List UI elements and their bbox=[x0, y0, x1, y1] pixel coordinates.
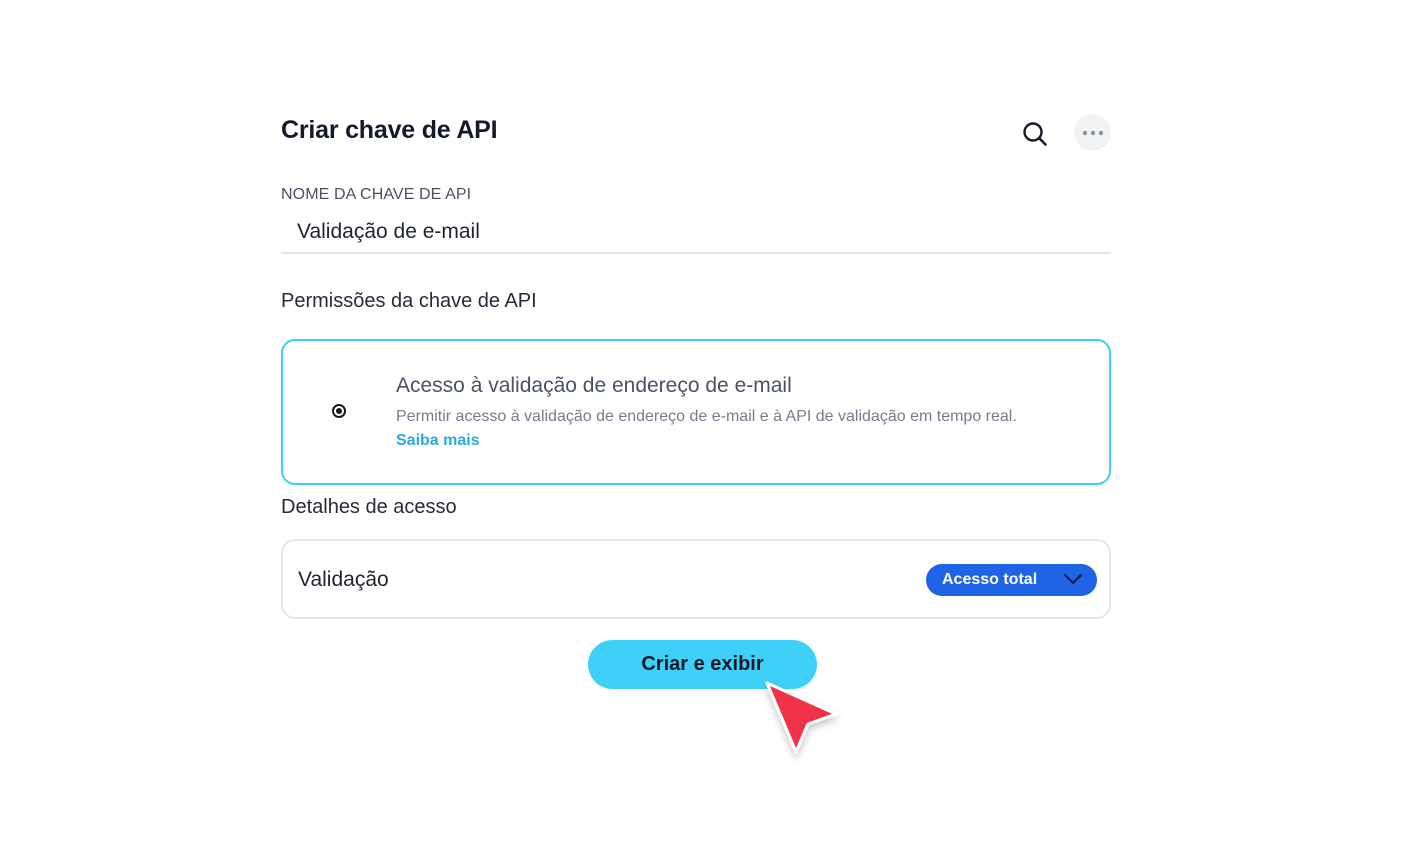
access-details-row: Validação Acesso total bbox=[281, 539, 1111, 619]
search-icon bbox=[1023, 122, 1047, 146]
access-row-label: Validação bbox=[298, 568, 389, 591]
header: Criar chave de API bbox=[281, 110, 1111, 156]
access-level-select[interactable]: Acesso total bbox=[926, 564, 1097, 596]
search-button[interactable] bbox=[1017, 116, 1053, 152]
more-options-button[interactable] bbox=[1074, 114, 1111, 151]
learn-more-link[interactable]: Saiba mais bbox=[396, 432, 480, 450]
permissions-section-title: Permissões da chave de API bbox=[281, 290, 537, 312]
radio-selected-dot bbox=[336, 408, 342, 414]
mouse-pointer-icon bbox=[765, 681, 838, 754]
access-details-section-title: Detalhes de acesso bbox=[281, 496, 457, 518]
page-title: Criar chave de API bbox=[281, 116, 498, 144]
create-and-show-button[interactable]: Criar e exibir bbox=[588, 640, 817, 689]
permission-option-title: Acesso à validação de endereço de e-mail bbox=[396, 374, 792, 397]
api-key-name-label: NOME DA CHAVE DE API bbox=[281, 186, 472, 203]
permission-radio[interactable] bbox=[332, 404, 346, 418]
api-key-form: Criar chave de API NOME DA CHAVE DE API … bbox=[0, 0, 1406, 864]
access-level-value: Acesso total bbox=[942, 571, 1038, 588]
api-key-name-input[interactable] bbox=[281, 212, 1111, 254]
permission-option-description: Permitir acesso à validação de endereço … bbox=[396, 408, 1017, 425]
permission-option-email-validation[interactable]: Acesso à validação de endereço de e-mail… bbox=[281, 339, 1111, 485]
chevron-down-icon bbox=[1064, 574, 1082, 584]
more-horizontal-icon bbox=[1082, 130, 1103, 135]
